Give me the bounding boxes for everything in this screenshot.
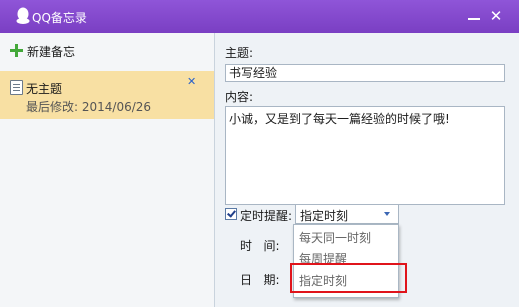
close-icon[interactable]: ✕ [487,5,505,27]
note-title: 无主题 [26,82,63,96]
date-label: 日 期: [240,273,280,287]
reminder-checkbox[interactable] [225,208,237,220]
dropdown-option-daily[interactable]: 每天同一时刻 [299,230,371,246]
content-label: 内容: [225,90,254,104]
window-title: QQ备忘录 [32,11,87,25]
memo-window: QQ备忘录 ✕ 新建备忘 无主题 最后修改: 2014/06/26 ✕ 主题: … [0,0,519,307]
document-icon [10,80,23,95]
reminder-select[interactable]: 指定时刻 [295,204,399,224]
qq-logo-icon [16,7,30,24]
annotation-highlight-box [290,263,407,293]
subject-input[interactable]: 书写经验 [225,64,505,82]
reminder-selected-value: 指定时刻 [300,209,349,223]
note-list-item[interactable]: 无主题 最后修改: 2014/06/26 ✕ [0,71,214,119]
reminder-label: 定时提醒: [240,209,293,223]
note-modified: 最后修改: 2014/06/26 [26,100,152,114]
dropdown-arrow-icon [384,212,390,216]
minimize-icon[interactable] [465,6,483,26]
sidebar: 新建备忘 无主题 最后修改: 2014/06/26 ✕ [0,33,215,307]
title-bar[interactable]: QQ备忘录 ✕ [0,0,519,33]
plus-icon [10,44,23,57]
subject-label: 主题: [225,46,254,60]
delete-note-icon[interactable]: ✕ [187,75,196,88]
new-note-label: 新建备忘 [27,45,76,59]
time-label: 时 间: [240,239,280,253]
content-textarea[interactable]: 小诚，又是到了每天一篇经验的时候了哦! [225,106,505,205]
